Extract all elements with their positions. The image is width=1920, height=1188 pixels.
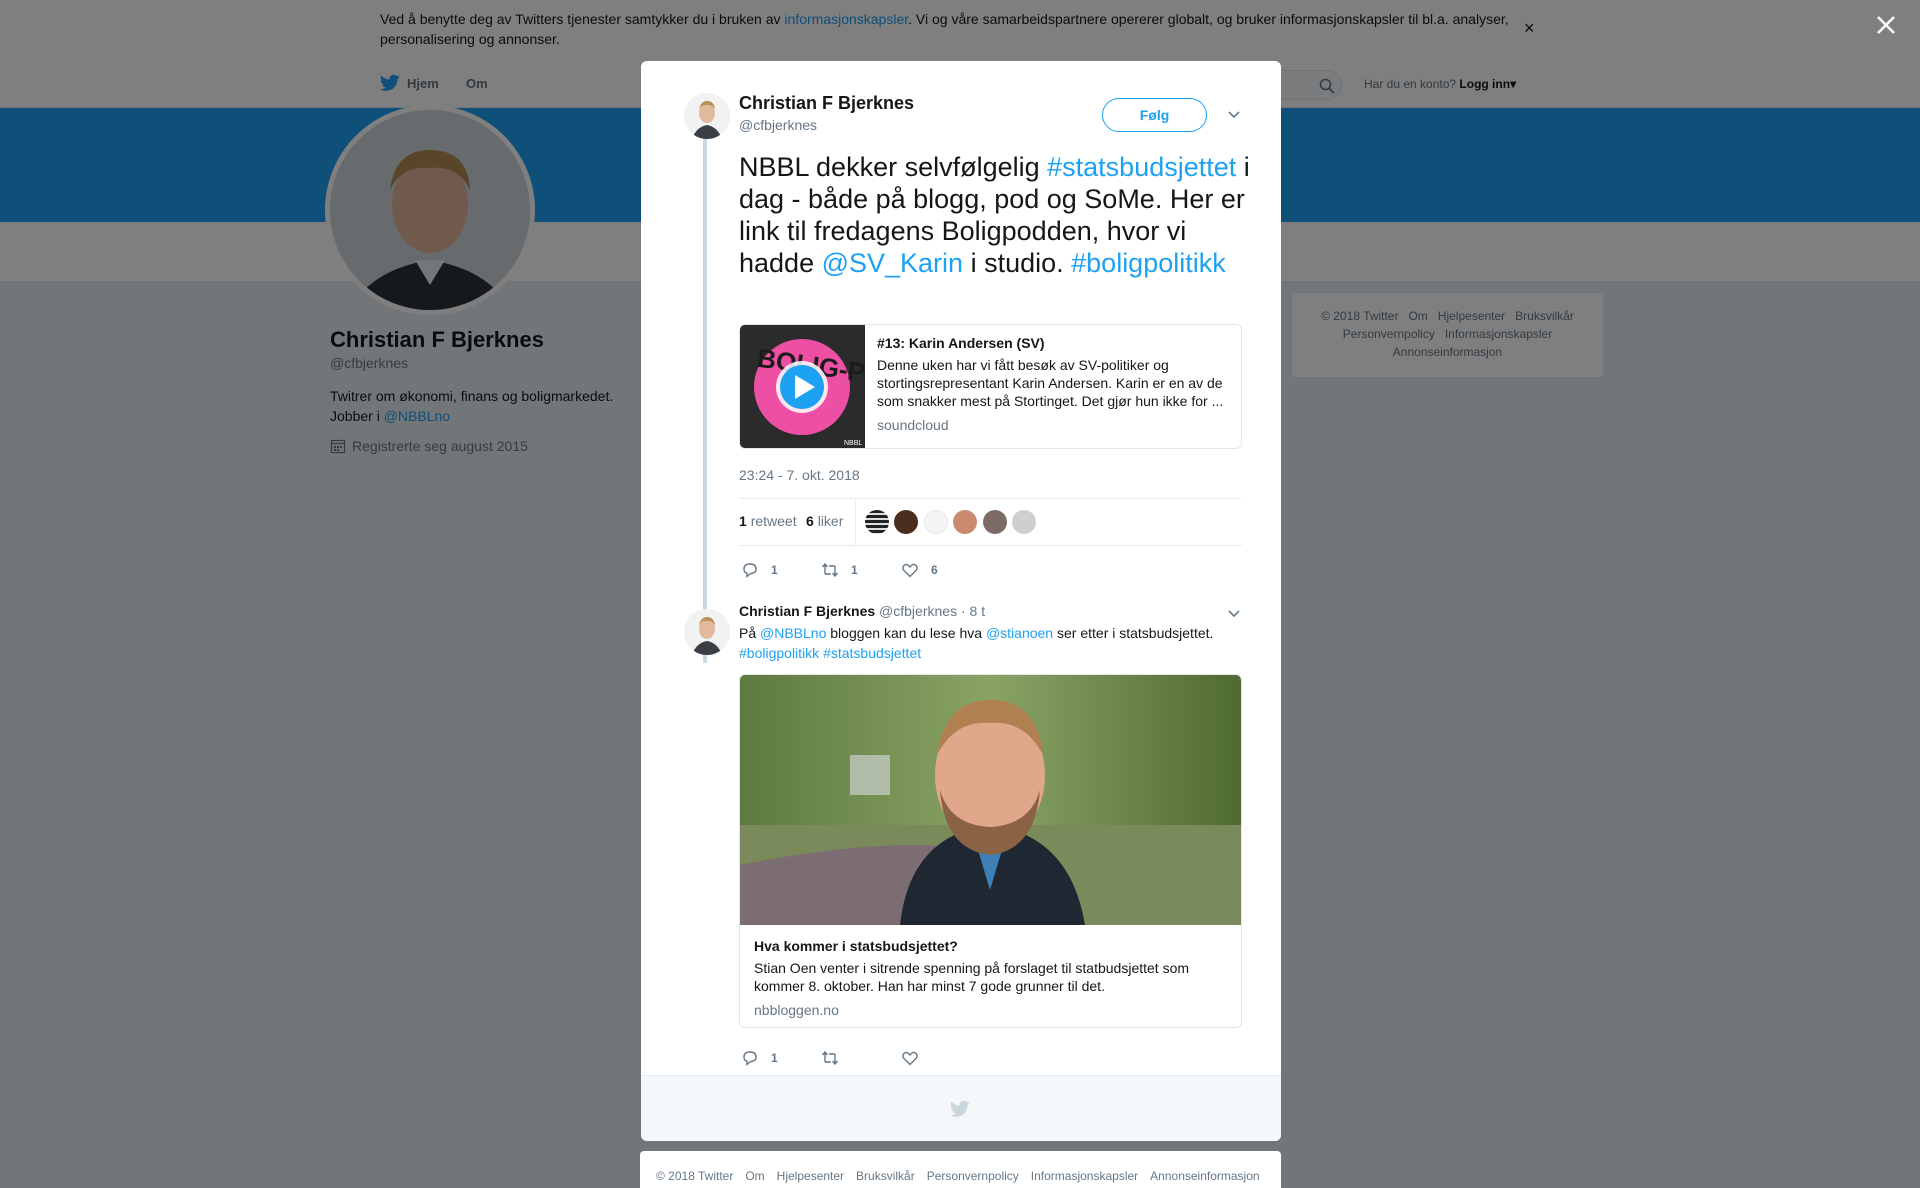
tweet-text: NBBL dekker selvfølgelig #statsbudsjette… (739, 152, 1250, 278)
footer-link[interactable]: Bruksvilkår (856, 1169, 915, 1183)
card-body: Hva kommer i statsbudsjettet? Stian Oen … (754, 937, 1224, 1018)
like-stat[interactable]: 6 liker (806, 513, 843, 529)
heart-icon (902, 563, 918, 578)
card-description: Stian Oen venter i sitrende spenning på … (754, 960, 1190, 994)
reply-actions: 1 (739, 1049, 1242, 1069)
card-image[interactable] (740, 675, 1241, 925)
tweet-actions: 1 1 6 (739, 561, 1242, 581)
mention-link[interactable]: @SV_Karin (822, 248, 963, 278)
card-description: Denne uken har vi fått besøk av SV-polit… (877, 357, 1224, 409)
card-body: #13: Karin Andersen (SV) Denne uken har … (877, 334, 1232, 433)
card-domain: soundcloud (877, 417, 949, 433)
thread-line (703, 133, 707, 663)
tweet-author-name[interactable]: Christian F Bjerknes (739, 93, 914, 114)
tweet-author-handle[interactable]: @cfbjerknes (739, 117, 817, 133)
retweet-icon (821, 562, 839, 578)
heart-icon (902, 1051, 918, 1066)
reply-icon (743, 1051, 757, 1067)
mention-link[interactable]: @NBBLno (760, 625, 826, 641)
retweet-stat[interactable]: 1 retweet (739, 513, 797, 529)
footer-link[interactable]: © 2018 Twitter (656, 1169, 733, 1183)
liker-avatar[interactable] (982, 510, 1007, 534)
footer-link[interactable]: Informasjonskapsler (1031, 1169, 1138, 1183)
reply-time[interactable]: · 8 t (961, 603, 985, 619)
follow-button[interactable]: Følg (1102, 98, 1207, 132)
modal-footer (641, 1075, 1281, 1141)
footer-link[interactable]: Personvernpolicy (927, 1169, 1019, 1183)
reply-author-name[interactable]: Christian F Bjerknes (739, 603, 875, 619)
reply-button[interactable]: 1 (741, 561, 778, 579)
close-icon[interactable] (1872, 11, 1900, 39)
bird-icon (950, 1100, 970, 1117)
like-button[interactable]: 6 (901, 561, 938, 579)
liker-avatars (865, 510, 1037, 534)
liker-avatar[interactable] (894, 510, 919, 534)
liker-avatar[interactable] (865, 510, 889, 534)
chevron-down-icon[interactable] (1227, 110, 1241, 120)
liker-avatar[interactable] (953, 510, 978, 534)
bottom-footer: © 2018 Twitter Om Hjelpesenter Bruksvilkår P… (640, 1151, 1281, 1188)
reply-author-handle[interactable]: @cfbjerknes (879, 603, 957, 619)
chevron-down-icon[interactable] (1227, 609, 1241, 619)
card-title: Hva kommer i statsbudsjettet? (754, 938, 958, 954)
reply-button[interactable]: 1 (741, 1049, 778, 1067)
retweet-button[interactable]: 1 (821, 561, 858, 579)
reply-avatar[interactable] (684, 609, 730, 655)
link-card[interactable]: BOLIG-PODDEN NBBL #13: Karin Andersen (S… (739, 324, 1242, 449)
tweet-timestamp[interactable]: 23:24 - 7. okt. 2018 (739, 467, 860, 483)
footer-link[interactable]: Hjelpesenter (777, 1169, 844, 1183)
hashtag-link[interactable]: #boligpolitikk (1071, 248, 1226, 278)
reply-header: Christian F Bjerknes @cfbjerknes · 8 t (739, 603, 985, 619)
hashtag-link[interactable]: #statsbudsjettet (823, 645, 921, 661)
card-domain: nbbloggen.no (754, 1002, 839, 1018)
liker-avatar[interactable] (923, 510, 948, 534)
like-button[interactable] (901, 1049, 931, 1067)
reply-text: På @NBBLno bloggen kan du lese hva @stia… (739, 625, 1214, 661)
tweet-stats: 1 retweet 6 liker (739, 498, 1242, 546)
retweet-button[interactable] (821, 1049, 851, 1067)
tweet-avatar[interactable] (684, 93, 730, 139)
card-thumbnail[interactable]: BOLIG-PODDEN NBBL (740, 325, 865, 448)
reply-icon (743, 563, 757, 579)
hashtag-link[interactable]: #statsbudsjettet (1047, 152, 1236, 182)
mention-link[interactable]: @stianoen (986, 625, 1053, 641)
stats-divider (855, 499, 856, 545)
retweet-icon (821, 1050, 839, 1066)
card-thumb-small: NBBL (844, 440, 862, 447)
footer-link[interactable]: Om (745, 1169, 764, 1183)
footer-link[interactable]: Annonseinformasjon (1150, 1169, 1259, 1183)
card-title: #13: Karin Andersen (SV) (877, 335, 1045, 351)
tweet-modal: Christian F Bjerknes @cfbjerknes Følg NB… (641, 61, 1281, 1141)
link-card[interactable]: Hva kommer i statsbudsjettet? Stian Oen … (739, 674, 1242, 1028)
hashtag-link[interactable]: #boligpolitikk (739, 645, 819, 661)
liker-avatar[interactable] (1012, 510, 1037, 534)
